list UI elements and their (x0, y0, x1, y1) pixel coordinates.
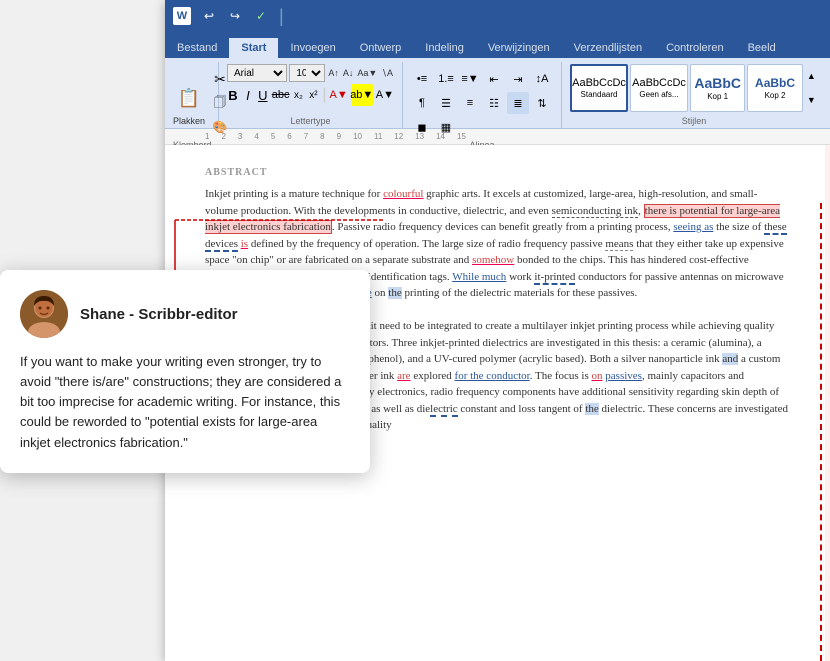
style-kop1[interactable]: AaBbC Kop 1 (690, 64, 745, 112)
underline-button[interactable]: U (257, 84, 269, 106)
style-geen-label: Geen afs... (639, 90, 678, 99)
abstract-title: ABSTRACT (205, 165, 790, 180)
numbering-button[interactable]: 1.≡ (435, 68, 457, 90)
paste-button[interactable]: 📋 (173, 80, 205, 116)
editor-avatar (20, 290, 68, 338)
on-highlight: on (592, 370, 603, 382)
tab-beeld[interactable]: Beeld (736, 38, 788, 58)
seeing-as-link: seeing as (673, 221, 713, 233)
font-size-decrease[interactable]: A↓ (342, 67, 355, 79)
title-divider: | (279, 6, 284, 27)
italic-button[interactable]: I (242, 84, 254, 106)
tab-controleren[interactable]: Controleren (654, 38, 735, 58)
semiconducting-underline: semiconducting ink (552, 205, 638, 218)
align-center-button[interactable]: ≡ (459, 92, 481, 114)
font-family-select[interactable]: Arial (227, 64, 287, 82)
passives-link: passives (605, 370, 642, 382)
group-klembord: 📋 Plakken ✂ 🗍 🎨 Klembord (169, 62, 219, 128)
bold-button[interactable]: B (227, 84, 239, 106)
ribbon-tabs: Bestand Start Invoegen Ontwerp Indeling … (165, 32, 830, 58)
bullets-button[interactable]: •≡ (411, 68, 433, 90)
tab-bestand[interactable]: Bestand (165, 38, 229, 58)
ribbon-body: 📋 Plakken ✂ 🗍 🎨 Klembord Arial (165, 58, 830, 128)
title-controls: ↩ ↪ ✓ | (199, 6, 286, 27)
somehow-highlight: somehow (472, 254, 514, 266)
paste-label: Plakken (173, 116, 205, 126)
scribbr-header: Shane - Scribbr-editor (20, 290, 350, 338)
superscript-button[interactable]: x² (307, 84, 319, 106)
align-right-button[interactable]: ☷ (483, 92, 505, 114)
it-printed-box: it-printed (534, 271, 575, 285)
style-standaard[interactable]: AaBbCcDc Standaard (570, 64, 628, 112)
align-left-button[interactable]: ☰ (435, 92, 457, 114)
font-size-select[interactable]: 10 (289, 64, 325, 82)
tab-invoegen[interactable]: Invoegen (278, 38, 347, 58)
styles-container: AaBbCcDc Standaard AaBbCcDc Geen afs... … (570, 64, 818, 112)
strikethrough-button[interactable]: abc (272, 84, 290, 106)
highlight-button[interactable]: ab▼ (351, 84, 373, 106)
tab-ontwerp[interactable]: Ontwerp (348, 38, 414, 58)
title-bar: W ↩ ↪ ✓ | (165, 0, 830, 32)
means-underline: means (605, 238, 633, 251)
style-kop1-label: Kop 1 (707, 92, 728, 101)
subscript-button[interactable]: x₂ (293, 84, 305, 106)
decrease-indent-button[interactable]: ⇤ (483, 68, 505, 90)
style-geen-afs[interactable]: AaBbCcDc Geen afs... (630, 64, 688, 112)
sort-button[interactable]: ↕A (531, 68, 553, 90)
while-much-link: While much (452, 271, 506, 283)
group-alinea: •≡ 1.≡ ≡▼ ⇤ ⇥ ↕A ¶ ☰ ≡ ☷ ≣ ⇅ ◼ ▦ Alinea (407, 62, 562, 128)
line-spacing-button[interactable]: ⇅ (531, 92, 553, 114)
style-kop2-label: Kop 2 (765, 91, 786, 100)
scribbr-comment: If you want to make your writing even st… (20, 352, 350, 453)
font-controls: Arial 10 A↑ A↓ Aa▼ ∖A B I U a (227, 64, 394, 106)
for-the-link: for the conductor (455, 370, 530, 382)
editor-name: Shane - Scribbr-editor (80, 306, 238, 323)
justify-button[interactable]: ≣ (507, 92, 529, 114)
increase-indent-button[interactable]: ⇥ (507, 68, 529, 90)
lettertype-label: Lettertype (227, 114, 394, 128)
text-effects-button[interactable]: A▼ (376, 84, 394, 106)
are-highlight: are (397, 370, 410, 382)
font-size-increase[interactable]: A↑ (327, 67, 340, 79)
show-marks-button[interactable]: ¶ (411, 92, 433, 114)
tab-verwijzingen[interactable]: Verwijzingen (476, 38, 562, 58)
style-standaard-label: Standaard (581, 90, 618, 99)
font-format-btn[interactable]: Aa▼ (356, 67, 378, 79)
comment-margin (825, 145, 830, 661)
colourful-highlight: colourful (383, 188, 423, 200)
scribbr-panel: Shane - Scribbr-editor If you want to ma… (0, 270, 370, 473)
font-clear-btn[interactable]: ∖A (380, 67, 394, 80)
avatar-svg (20, 290, 68, 338)
group-lettertype: Arial 10 A↑ A↓ Aa▼ ∖A B I U a (223, 62, 403, 128)
is-highlight: is (241, 238, 248, 250)
comment-line (820, 203, 824, 661)
font-color-button[interactable]: A▼ (330, 84, 348, 106)
electric-box: lectric (430, 403, 457, 417)
undo-button[interactable]: ↩ (199, 6, 219, 26)
check-button[interactable]: ✓ (251, 6, 271, 26)
multilevel-button[interactable]: ≡▼ (459, 68, 481, 90)
ribbon: Bestand Start Invoegen Ontwerp Indeling … (165, 32, 830, 129)
and-highlight: and (722, 353, 738, 365)
the-word: the (388, 287, 401, 299)
group-stijlen: AaBbCcDc Standaard AaBbCcDc Geen afs... … (566, 62, 826, 128)
stijlen-label: Stijlen (570, 114, 818, 128)
tab-indeling[interactable]: Indeling (413, 38, 476, 58)
word-icon: W (173, 7, 191, 25)
the-highlight: the (585, 403, 598, 415)
redo-button[interactable]: ↪ (225, 6, 245, 26)
tab-verzend[interactable]: Verzendlijsten (562, 38, 655, 58)
style-kop2[interactable]: AaBbC Kop 2 (747, 64, 802, 112)
styles-scroll-button[interactable]: ▲▼ (805, 64, 818, 112)
tab-start[interactable]: Start (229, 38, 278, 58)
